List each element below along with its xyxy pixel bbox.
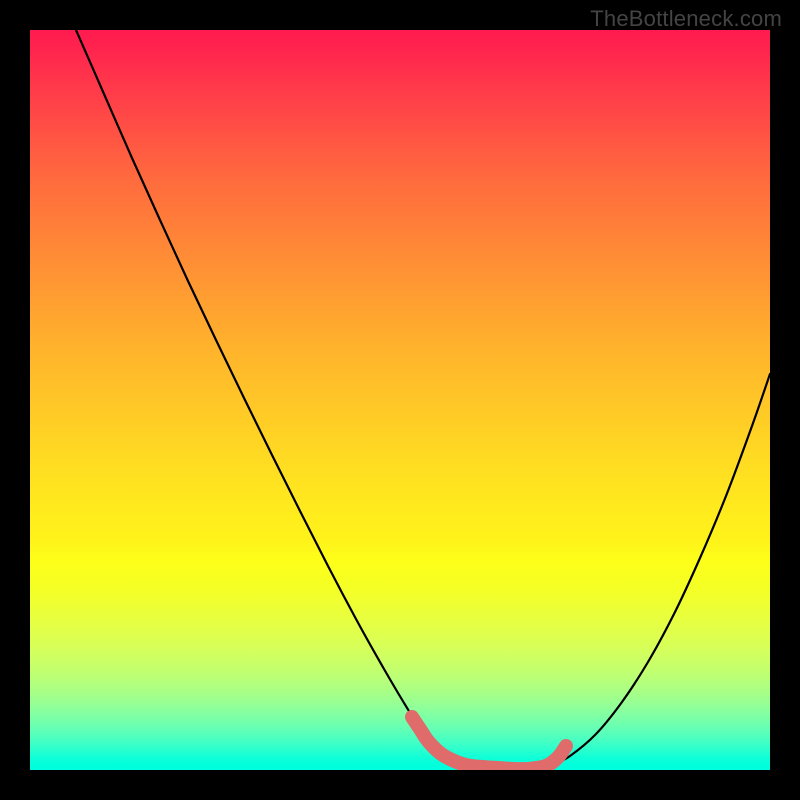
- plot-area: [30, 30, 770, 770]
- chart-frame: TheBottleneck.com: [0, 0, 800, 800]
- highlight-segment: [412, 717, 566, 769]
- curve-layer: [30, 30, 770, 770]
- main-curve: [76, 30, 770, 769]
- watermark-text: TheBottleneck.com: [590, 6, 782, 32]
